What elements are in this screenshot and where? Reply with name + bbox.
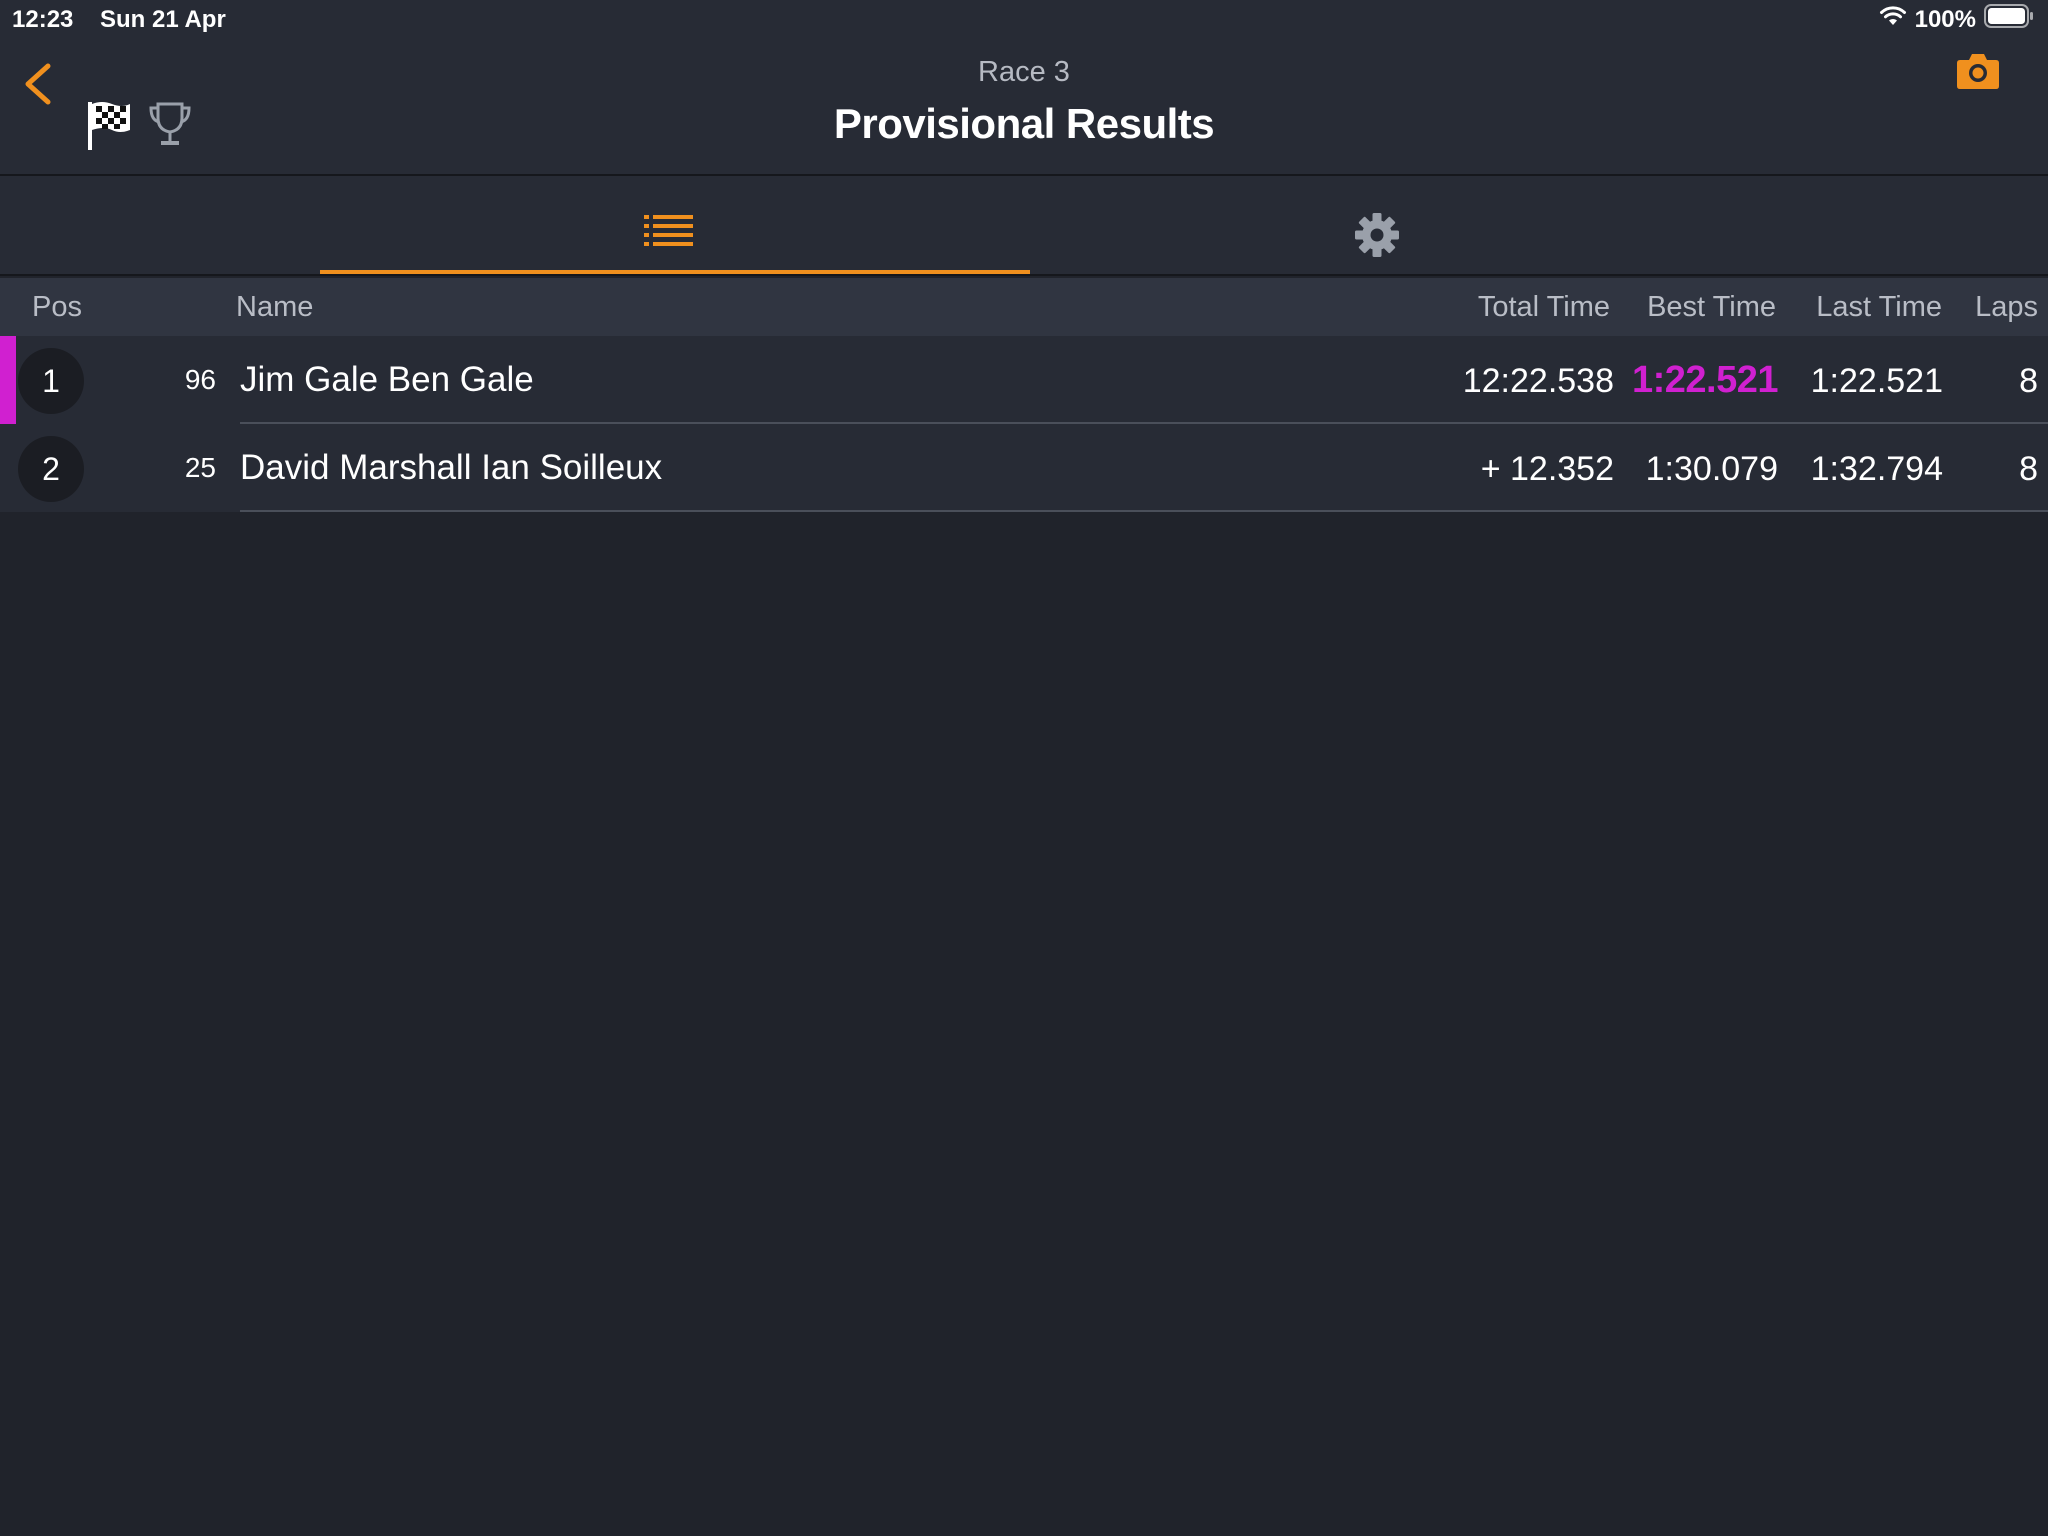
- best-time: 1:22.521: [1631, 359, 1779, 401]
- total-time: 12:22.538: [1462, 362, 1614, 400]
- column-header-best-time: Best Time: [1647, 291, 1776, 323]
- status-date: Sun 21 Apr: [100, 6, 226, 33]
- last-time: 1:32.794: [1810, 450, 1943, 488]
- camera-icon: [1957, 54, 1999, 89]
- results-table-header: Pos Name Total Time Best Time Last Time …: [0, 278, 2048, 336]
- segment-tab-bar: [0, 176, 2048, 276]
- table-row[interactable]: 2 25 David Marshall Ian Soilleux + 12.35…: [0, 424, 2048, 512]
- column-header-name: Name: [236, 291, 314, 323]
- last-time: 1:22.521: [1810, 362, 1943, 400]
- app-window: 12:23 Sun 21 Apr 100% Race 3 Provisional…: [0, 0, 2048, 1536]
- car-number: 25: [184, 452, 216, 483]
- column-header-pos: Pos: [32, 291, 82, 323]
- gear-icon: [1354, 212, 1400, 263]
- status-time: 12:23: [12, 6, 74, 33]
- tab-settings[interactable]: [1030, 176, 1726, 276]
- row-divider: [240, 510, 2048, 512]
- page-title: Provisional Results: [833, 100, 1215, 147]
- position-badge: 1: [18, 348, 84, 414]
- column-header-total-time: Total Time: [1477, 291, 1610, 323]
- car-number: 96: [184, 364, 216, 395]
- position-badge: 2: [18, 436, 84, 502]
- laps-count: 8: [2019, 450, 2038, 488]
- battery-icon: [1984, 4, 2034, 35]
- column-header-last-time: Last Time: [1816, 291, 1942, 323]
- race-subtitle: Race 3: [978, 56, 1070, 88]
- table-row[interactable]: 1 96 Jim Gale Ben Gale 12:22.538 1:22.52…: [0, 336, 2048, 424]
- tab-results-list[interactable]: [320, 176, 1030, 276]
- column-header-laps: Laps: [1975, 291, 2038, 323]
- fastest-lap-marker: [0, 336, 16, 424]
- list-icon: [644, 214, 694, 251]
- battery-percentage: 100%: [1914, 5, 1976, 33]
- status-indicators: 100%: [1879, 4, 2034, 35]
- nav-header: 12:23 Sun 21 Apr 100% Race 3 Provisional…: [0, 0, 2048, 176]
- best-time: 1:30.079: [1645, 450, 1778, 488]
- laps-count: 8: [2019, 362, 2038, 400]
- driver-names: David Marshall Ian Soilleux: [240, 448, 663, 487]
- status-bar: 12:23 Sun 21 Apr 100%: [0, 0, 2048, 40]
- wifi-icon: [1879, 5, 1907, 34]
- driver-names: Jim Gale Ben Gale: [240, 360, 534, 399]
- results-list: 1 96 Jim Gale Ben Gale 12:22.538 1:22.52…: [0, 336, 2048, 512]
- camera-button[interactable]: [1956, 52, 2000, 90]
- total-time: + 12.352: [1480, 450, 1614, 488]
- tab-selected-indicator: [320, 270, 1030, 274]
